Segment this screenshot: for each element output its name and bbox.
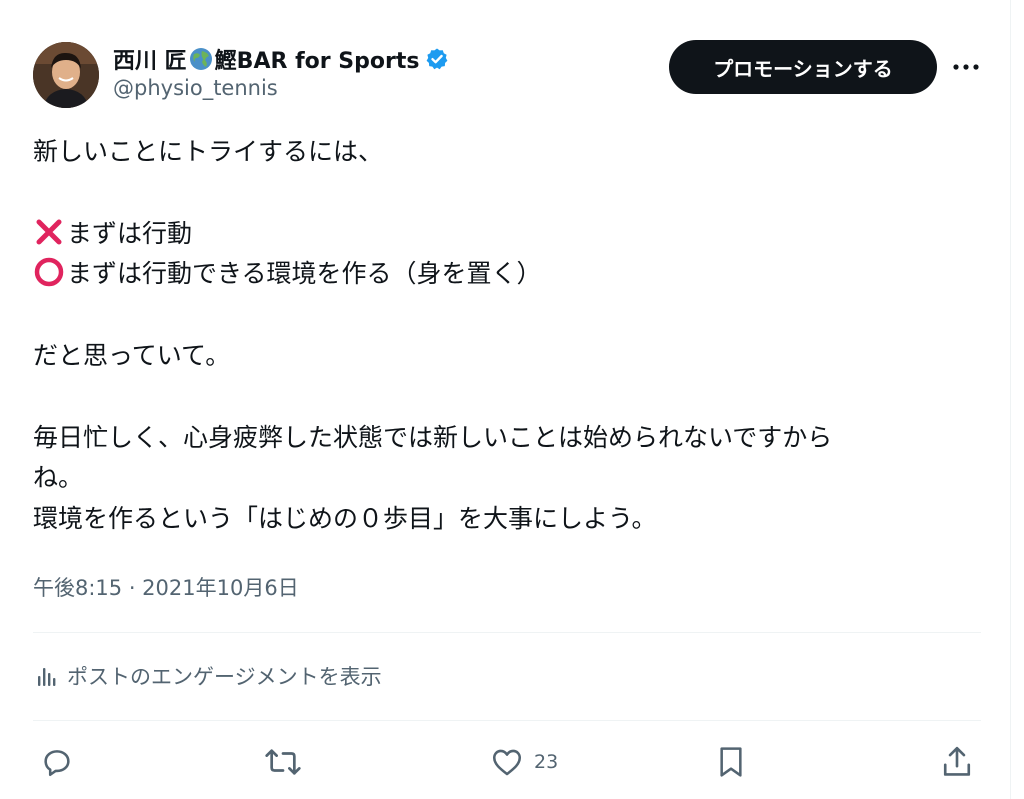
author-handle[interactable]: @physio_tennis	[113, 76, 278, 100]
like-count: 23	[534, 751, 559, 773]
tweet-line-3: まずは行動できる環境を作る（身を置く）	[67, 259, 542, 289]
tweet-line-4: だと思っていて。	[33, 340, 231, 370]
tweet-line-6: ね。	[33, 463, 84, 493]
reply-button[interactable]	[40, 744, 74, 780]
tweet-line-1: 新しいことにトライするには、	[33, 137, 384, 166]
divider	[33, 632, 981, 633]
verified-badge-icon	[425, 47, 449, 71]
circle-mark-icon	[33, 256, 65, 288]
author-name-part2: 鰹BAR for Sports	[214, 49, 420, 74]
retweet-icon	[265, 749, 301, 775]
tweet-timestamp[interactable]: 午後8:15 · 2021年10月6日	[33, 572, 299, 602]
like-button[interactable]: 23	[490, 744, 558, 780]
bookmark-icon	[720, 747, 742, 777]
heart-icon	[492, 749, 522, 776]
tweet-line-7: 環境を作るという「はじめの０歩目」を大事にしよう。	[33, 504, 657, 534]
bar-chart-icon	[38, 668, 56, 686]
globe-icon	[189, 47, 213, 71]
tweet-line-5: 毎日忙しく、心身疲弊した状態では新しいことは始められないですから	[33, 422, 833, 452]
more-icon[interactable]	[946, 52, 986, 82]
share-button[interactable]	[940, 744, 974, 780]
retweet-button[interactable]	[264, 744, 302, 780]
tweet-line-2: まずは行動	[67, 218, 193, 248]
reply-icon	[44, 750, 70, 777]
promote-button[interactable]: プロモーションする	[669, 40, 937, 94]
author-name-part1: 西川 匠	[113, 49, 187, 74]
cross-mark-icon	[33, 216, 65, 248]
view-engagement-link[interactable]: ポストのエンゲージメントを表示	[35, 661, 382, 691]
tweet-text: 新しいことにトライするには、 まずは行動 まずは行動できる環境を作る（身を置く）…	[33, 132, 963, 540]
avatar[interactable]	[33, 42, 99, 108]
share-icon	[943, 746, 971, 776]
view-engagement-label: ポストのエンゲージメントを表示	[67, 665, 382, 689]
bookmark-button[interactable]	[715, 744, 747, 780]
divider	[33, 720, 981, 721]
author-name[interactable]: 西川 匠 鰹BAR for Sports	[113, 44, 449, 74]
tweet-card: 西川 匠 鰹BAR for Sports @physio_tennis プロモー…	[0, 0, 1011, 799]
